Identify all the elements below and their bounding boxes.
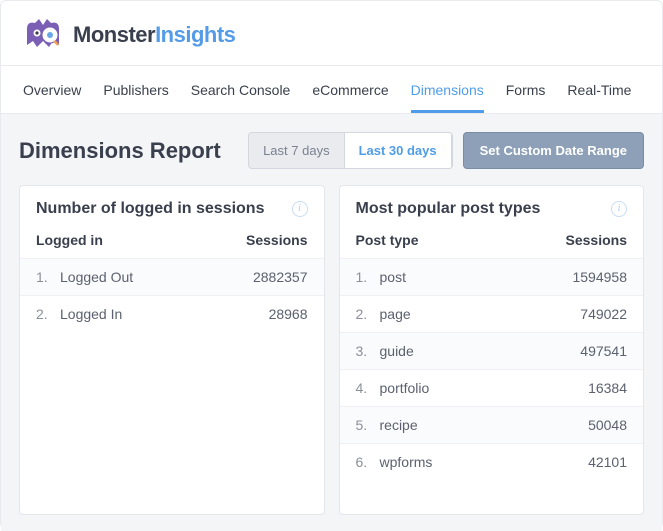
tab-real-time[interactable]: Real-Time (567, 72, 631, 113)
tab-publishers[interactable]: Publishers (103, 72, 168, 113)
tab-overview[interactable]: Overview (23, 72, 81, 113)
set-custom-date-range-button[interactable]: Set Custom Date Range (463, 132, 644, 169)
column-headers: Post type Sessions (340, 226, 644, 258)
row-label: recipe (380, 417, 548, 433)
row-value: 16384 (547, 380, 627, 396)
range-last-7-days[interactable]: Last 7 days (249, 133, 344, 168)
report-tabs: Overview Publishers Search Console eCommerc… (1, 65, 662, 114)
date-range-segmented: Last 7 days Last 30 days (248, 132, 453, 169)
tab-search-console[interactable]: Search Console (191, 72, 291, 113)
panel-title: Most popular post types (356, 200, 541, 218)
range-last-30-days[interactable]: Last 30 days (344, 133, 452, 168)
brand-mascot-icon (23, 15, 63, 55)
row-label: post (380, 269, 548, 285)
row-label: Logged In (60, 306, 228, 322)
row-value: 497541 (547, 343, 627, 359)
table-row: 2.page749022 (340, 295, 644, 332)
row-value: 2882357 (228, 269, 308, 285)
tab-ecommerce[interactable]: eCommerce (312, 72, 388, 113)
page-title: Dimensions Report (19, 138, 221, 164)
table-row: 1.post1594958 (340, 258, 644, 295)
info-icon[interactable]: i (611, 201, 627, 217)
table-row: 3.guide497541 (340, 332, 644, 369)
table-row: 2.Logged In28968 (20, 295, 324, 332)
row-value: 42101 (547, 454, 627, 470)
row-index: 1. (356, 269, 380, 285)
row-index: 1. (36, 269, 60, 285)
date-range-controls: Last 7 days Last 30 days Set Custom Date… (248, 132, 644, 169)
row-label: portfolio (380, 380, 548, 396)
tab-forms[interactable]: Forms (506, 72, 546, 113)
tab-dimensions[interactable]: Dimensions (411, 72, 484, 113)
row-index: 6. (356, 454, 380, 470)
row-value: 28968 (228, 306, 308, 322)
row-index: 2. (36, 306, 60, 322)
app-header: MonsterInsights (1, 1, 662, 65)
row-label: page (380, 306, 548, 322)
table-row: 4.portfolio16384 (340, 369, 644, 406)
report-body: Dimensions Report Last 7 days Last 30 da… (1, 114, 662, 531)
table-row: 5.recipe50048 (340, 406, 644, 443)
table-row: 6.wpforms42101 (340, 443, 644, 480)
report-panels: Number of logged in sessions i Logged in… (19, 185, 644, 515)
panel-post-types: Most popular post types i Post type Sess… (339, 185, 645, 515)
info-icon[interactable]: i (292, 201, 308, 217)
row-value: 50048 (547, 417, 627, 433)
row-value: 749022 (547, 306, 627, 322)
panel-logged-in-sessions: Number of logged in sessions i Logged in… (19, 185, 325, 515)
row-label: guide (380, 343, 548, 359)
row-index: 4. (356, 380, 380, 396)
table-row: 1.Logged Out2882357 (20, 258, 324, 295)
brand-wordmark: MonsterInsights (73, 22, 235, 48)
report-toolbar: Dimensions Report Last 7 days Last 30 da… (19, 132, 644, 169)
panel-title: Number of logged in sessions (36, 200, 264, 218)
row-index: 2. (356, 306, 380, 322)
row-value: 1594958 (547, 269, 627, 285)
row-index: 5. (356, 417, 380, 433)
row-index: 3. (356, 343, 380, 359)
row-label: wpforms (380, 454, 548, 470)
column-headers: Logged in Sessions (20, 226, 324, 258)
row-label: Logged Out (60, 269, 228, 285)
